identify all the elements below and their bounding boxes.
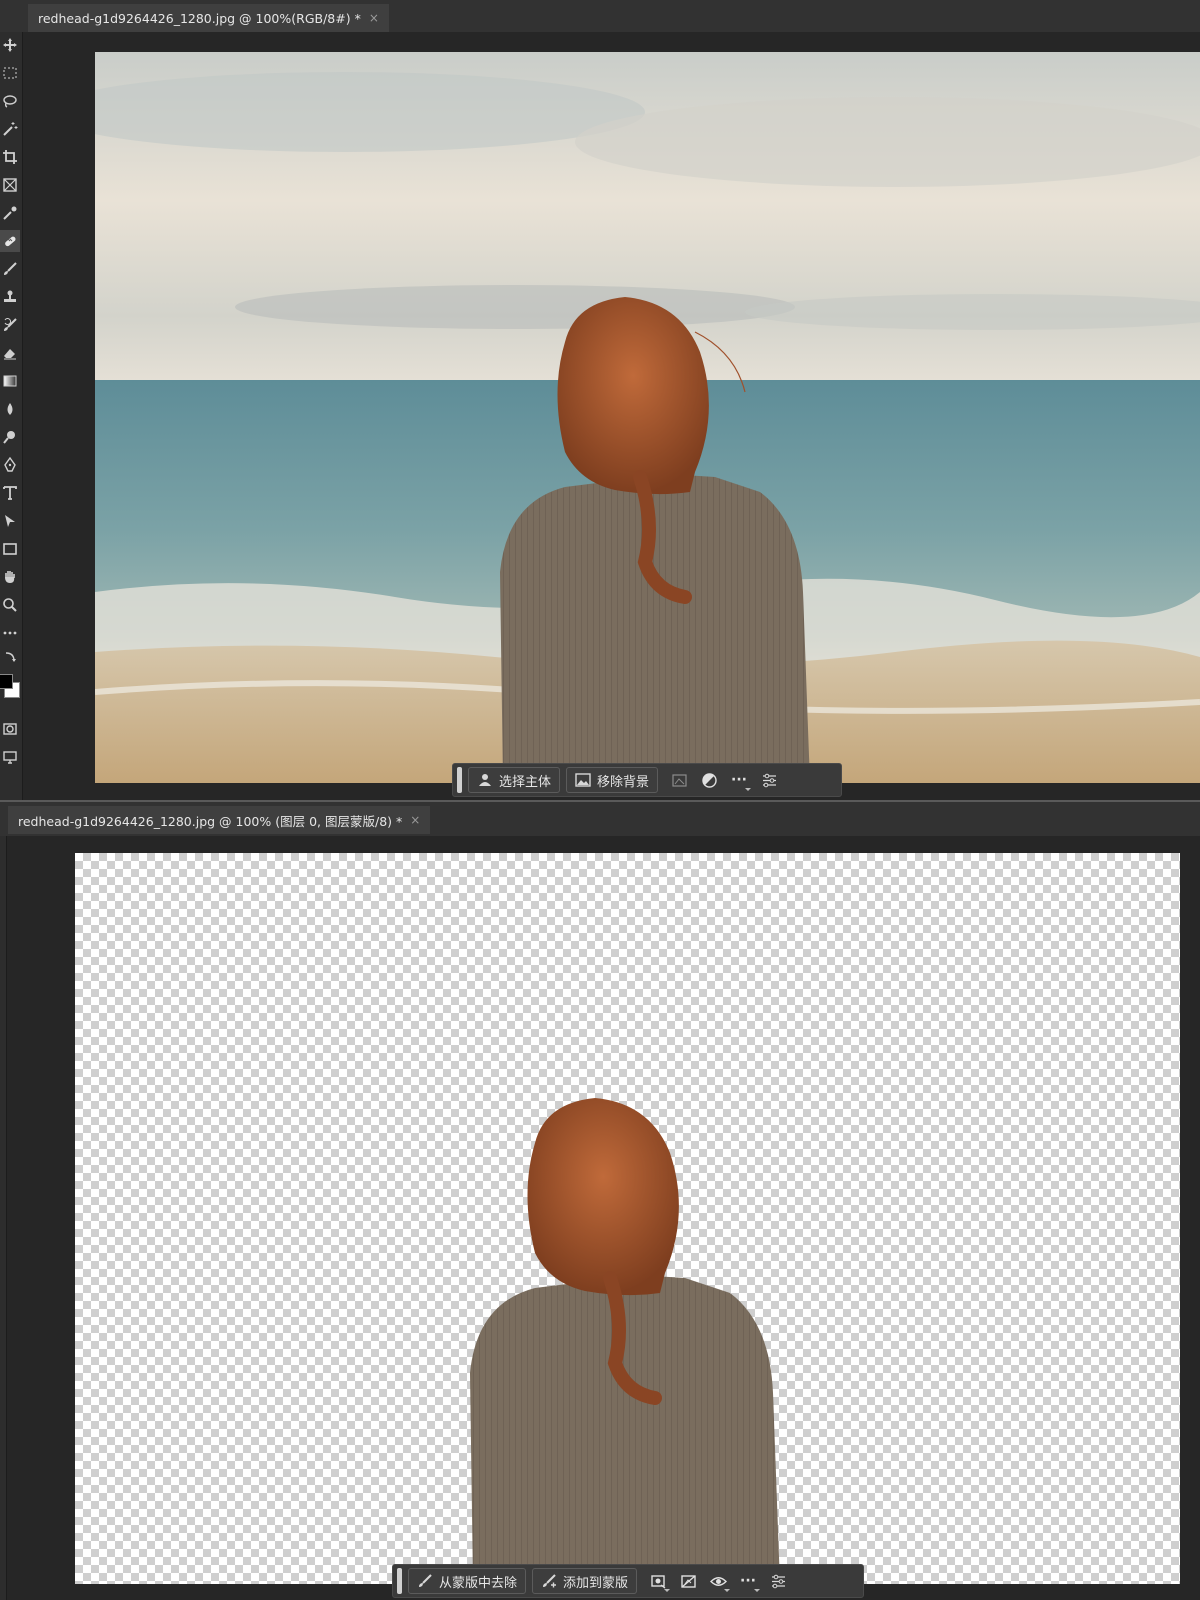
lasso-tool-icon[interactable] — [0, 90, 20, 112]
pen-tool-icon[interactable] — [0, 454, 20, 476]
path-selection-tool-icon[interactable] — [0, 510, 20, 532]
invert-mask-icon[interactable] — [673, 1568, 703, 1594]
document-canvas-masked[interactable] — [75, 853, 1180, 1584]
contextual-task-bar: 选择主体 移除背景 ··· — [452, 763, 842, 797]
marquee-tool-icon[interactable] — [0, 62, 20, 84]
bottom-document-window: redhead-g1d9264426_1280.jpg @ 100% (图层 0… — [0, 800, 1200, 1600]
hand-tool-icon[interactable] — [0, 566, 20, 588]
remove-background-button[interactable]: 移除背景 — [566, 767, 659, 793]
add-to-mask-button[interactable]: 添加到蒙版 — [532, 1568, 638, 1594]
screen-mode-icon[interactable] — [0, 746, 20, 768]
settings-sliders-icon[interactable] — [763, 1568, 793, 1594]
blur-tool-icon[interactable] — [0, 398, 20, 420]
subject-cutout — [470, 1098, 780, 1584]
frame-tool-icon[interactable] — [0, 174, 20, 196]
document-tab-title: redhead-g1d9264426_1280.jpg @ 100% (图层 0… — [18, 813, 403, 829]
history-brush-tool-icon[interactable] — [0, 314, 20, 336]
close-tab-icon[interactable]: × — [410, 813, 420, 827]
transform-selection-icon[interactable] — [664, 767, 694, 793]
foreground-background-colors[interactable] — [0, 672, 22, 702]
type-tool-icon[interactable] — [0, 482, 20, 504]
brush-plus-icon — [543, 1574, 557, 1588]
eraser-tool-icon[interactable] — [0, 342, 20, 364]
brush-minus-icon — [419, 1574, 432, 1587]
rectangle-tool-icon[interactable] — [0, 538, 20, 560]
task-bar-drag-handle[interactable] — [457, 767, 462, 793]
more-options-icon[interactable]: ··· — [733, 1568, 763, 1594]
magic-wand-tool-icon[interactable] — [0, 118, 20, 140]
contextual-task-bar: 从蒙版中去除 添加到蒙版 ··· — [392, 1564, 864, 1598]
visibility-eye-icon[interactable] — [703, 1568, 733, 1594]
task-bar-drag-handle[interactable] — [397, 1568, 402, 1594]
swap-colors-icon[interactable] — [0, 646, 20, 668]
move-tool-icon[interactable] — [0, 34, 20, 56]
document-tab-masked[interactable]: redhead-g1d9264426_1280.jpg @ 100% (图层 0… — [8, 806, 431, 834]
beach-photo — [95, 52, 1200, 783]
zoom-tool-icon[interactable] — [0, 594, 20, 616]
clone-stamp-tool-icon[interactable] — [0, 286, 20, 308]
document-canvas-photo[interactable] — [95, 52, 1200, 783]
settings-sliders-icon[interactable] — [754, 767, 784, 793]
quick-mask-icon[interactable] — [0, 718, 20, 740]
dodge-tool-icon[interactable] — [0, 426, 20, 448]
close-tab-icon[interactable]: × — [369, 11, 379, 25]
crop-tool-icon[interactable] — [0, 146, 20, 168]
select-subject-button[interactable]: 选择主体 — [468, 767, 561, 793]
edit-toolbar-icon[interactable] — [0, 622, 20, 644]
gradient-tool-icon[interactable] — [0, 370, 20, 392]
document-tab-title: redhead-g1d9264426_1280.jpg @ 100%(RGB/8… — [38, 10, 361, 26]
image-icon — [575, 773, 591, 787]
brush-tool-icon[interactable] — [0, 258, 20, 280]
top-document-window: redhead-g1d9264426_1280.jpg @ 100%(RGB/8… — [0, 0, 1200, 800]
tools-panel — [0, 32, 23, 800]
more-options-icon[interactable]: ··· — [724, 767, 754, 793]
eyedropper-tool-icon[interactable] — [0, 202, 20, 224]
subtract-from-mask-button[interactable]: 从蒙版中去除 — [408, 1568, 527, 1594]
document-tab-bar: redhead-g1d9264426_1280.jpg @ 100%(RGB/8… — [0, 0, 1200, 32]
contrast-icon[interactable] — [694, 767, 724, 793]
foreground-color-swatch[interactable] — [0, 674, 13, 689]
document-tab-bar: redhead-g1d9264426_1280.jpg @ 100% (图层 0… — [0, 802, 1200, 836]
person-icon — [479, 774, 491, 786]
select-mask-icon[interactable] — [643, 1568, 673, 1594]
left-edge-strip — [0, 836, 7, 1600]
document-tab-original[interactable]: redhead-g1d9264426_1280.jpg @ 100%(RGB/8… — [28, 4, 389, 32]
healing-brush-tool-icon[interactable] — [0, 230, 20, 252]
